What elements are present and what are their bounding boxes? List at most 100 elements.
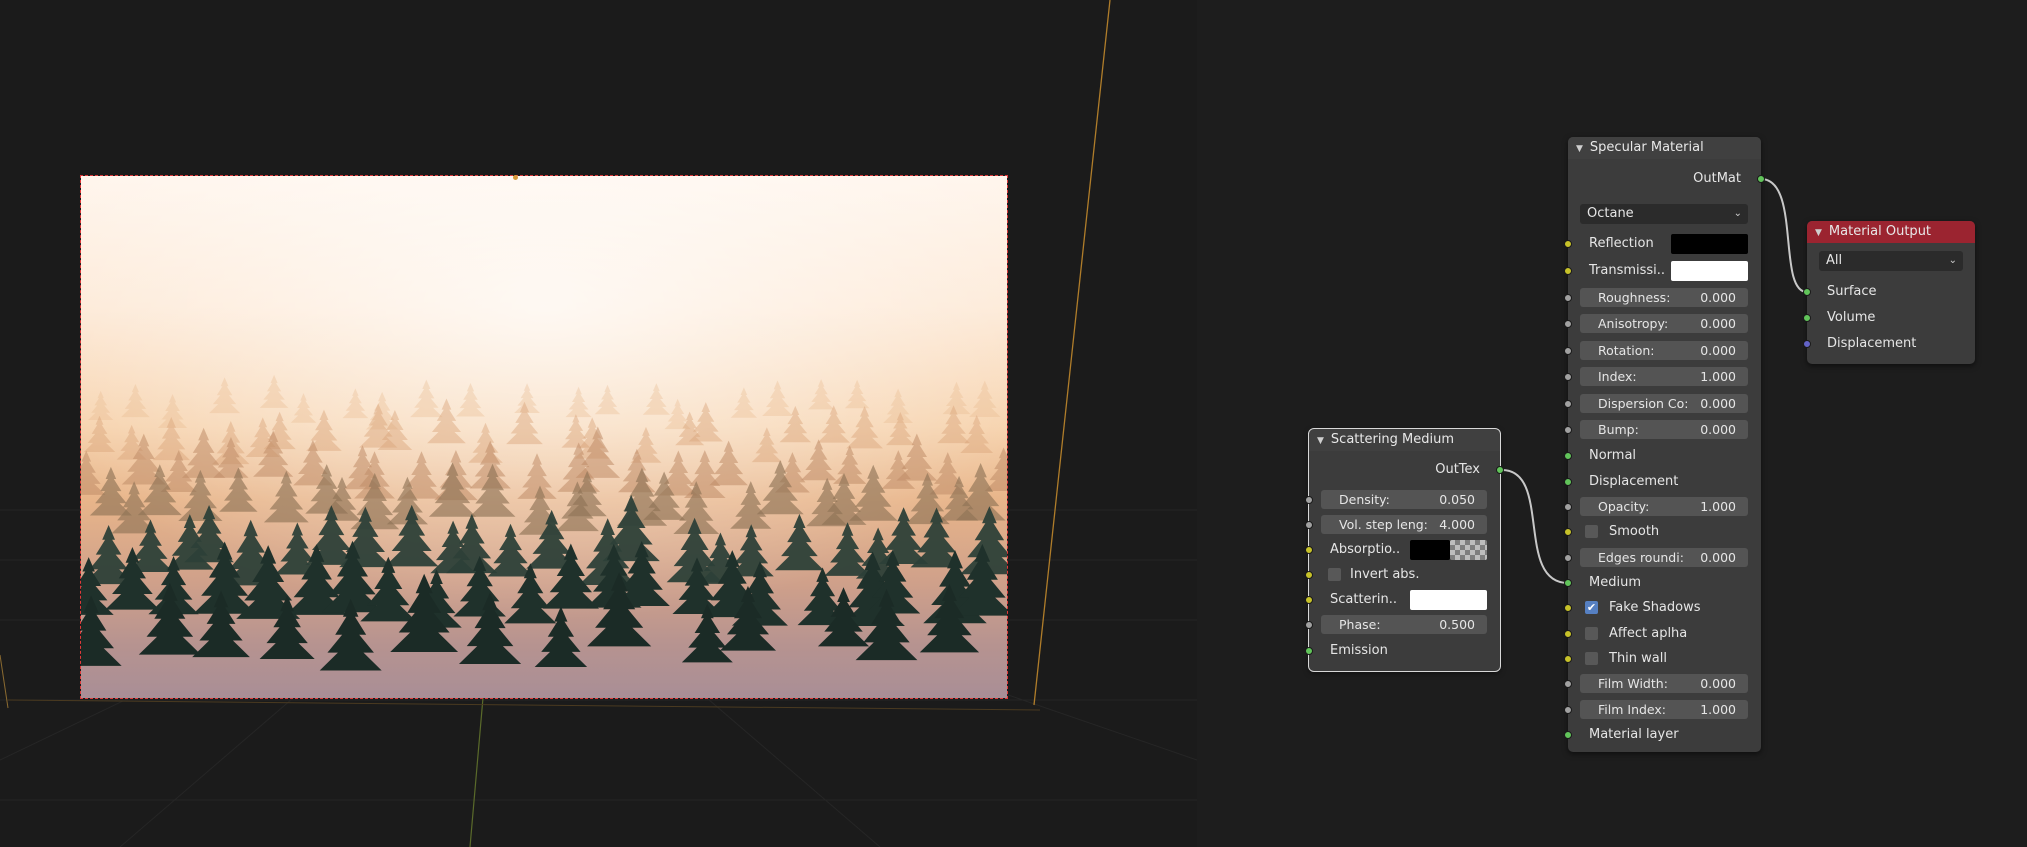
output-target-value: All <box>1826 253 1843 268</box>
displacement-socket[interactable] <box>1564 478 1572 486</box>
dispersion-row: Dispersion Co: 0.000 <box>1564 394 1761 414</box>
film-width-socket[interactable] <box>1564 680 1572 688</box>
chevron-down-icon: ⌄ <box>1948 255 1957 266</box>
fake-shadows-socket[interactable] <box>1564 604 1572 612</box>
outmat-socket[interactable] <box>1757 175 1765 183</box>
film-width-field[interactable]: Film Width: 0.000 <box>1580 674 1748 693</box>
opacity-field[interactable]: Opacity: 1.000 <box>1580 497 1748 516</box>
density-value: 0.050 <box>1439 492 1475 507</box>
medium-label: Medium <box>1589 575 1641 590</box>
dispersion-socket[interactable] <box>1564 400 1572 408</box>
surface-row: Surface <box>1803 282 1975 302</box>
specular-material-header[interactable]: ▼ Specular Material <box>1568 137 1761 159</box>
roughness-row: Roughness: 0.000 <box>1564 288 1761 308</box>
material-output-node[interactable]: ▼ Material Output All ⌄ Surface Volume Di… <box>1803 221 1975 364</box>
dispersion-field[interactable]: Dispersion Co: 0.000 <box>1580 394 1748 413</box>
edges-row: Edges roundi: 0.000 <box>1564 548 1761 568</box>
transmission-socket[interactable] <box>1564 267 1572 275</box>
fake-shadows-checkbox[interactable]: ✔ <box>1585 601 1598 614</box>
thin-wall-label: Thin wall <box>1609 651 1667 666</box>
film-index-row: Film Index: 1.000 <box>1564 700 1761 720</box>
smooth-label: Smooth <box>1609 524 1660 539</box>
affect-alpha-socket[interactable] <box>1564 630 1572 638</box>
specular-material-node[interactable]: ▼ Specular Material OutMat Octane ⌄ Refle… <box>1564 137 1765 752</box>
vol-step-label: Vol. step leng: <box>1339 517 1428 532</box>
volume-socket[interactable] <box>1803 314 1811 322</box>
invert-abs-checkbox[interactable] <box>1328 568 1341 581</box>
output-target-dropdown[interactable]: All ⌄ <box>1819 251 1963 271</box>
index-field[interactable]: Index: 1.000 <box>1580 367 1748 386</box>
index-socket[interactable] <box>1564 373 1572 381</box>
rotation-label: Rotation: <box>1598 343 1655 358</box>
collapse-triangle-icon[interactable]: ▼ <box>1317 436 1324 446</box>
collapse-triangle-icon[interactable]: ▼ <box>1576 144 1583 154</box>
scattering-medium-node[interactable]: ▼ Scattering Medium OutTex Density: 0.050… <box>1305 428 1504 672</box>
phase-socket[interactable] <box>1305 621 1313 629</box>
output-displacement-socket[interactable] <box>1803 340 1811 348</box>
rotation-socket[interactable] <box>1564 347 1572 355</box>
edges-value: 0.000 <box>1700 550 1736 565</box>
smooth-checkbox[interactable] <box>1585 525 1598 538</box>
roughness-label: Roughness: <box>1598 290 1671 305</box>
invert-abs-socket[interactable] <box>1305 571 1313 579</box>
scattering-medium-header[interactable]: ▼ Scattering Medium <box>1309 429 1500 451</box>
density-field[interactable]: Density: 0.050 <box>1321 490 1487 509</box>
shader-node-editor[interactable]: ▼ Scattering Medium OutTex Density: 0.050… <box>1197 0 2027 847</box>
anisotropy-row: Anisotropy: 0.000 <box>1564 314 1761 334</box>
bump-field[interactable]: Bump: 0.000 <box>1580 420 1748 439</box>
index-label: Index: <box>1598 369 1637 384</box>
outtex-socket[interactable] <box>1496 466 1504 474</box>
invert-abs-row: Invert abs. <box>1305 565 1500 585</box>
affect-alpha-checkbox[interactable] <box>1585 627 1598 640</box>
phase-field[interactable]: Phase: 0.500 <box>1321 615 1487 634</box>
outmat-label: OutMat <box>1693 171 1741 186</box>
material-output-header[interactable]: ▼ Material Output <box>1807 221 1975 243</box>
vol-step-field[interactable]: Vol. step leng: 4.000 <box>1321 515 1487 534</box>
edges-field[interactable]: Edges roundi: 0.000 <box>1580 548 1748 567</box>
node-title: Specular Material <box>1589 140 1704 155</box>
camera-center-dot-icon[interactable] <box>513 175 518 180</box>
rotation-field[interactable]: Rotation: 0.000 <box>1580 341 1748 360</box>
roughness-socket[interactable] <box>1564 294 1572 302</box>
collapse-triangle-icon[interactable]: ▼ <box>1815 228 1822 238</box>
roughness-field[interactable]: Roughness: 0.000 <box>1580 288 1748 307</box>
engine-dropdown[interactable]: Octane ⌄ <box>1580 204 1748 224</box>
material-layer-row: Material layer <box>1564 725 1761 745</box>
emission-socket[interactable] <box>1305 647 1313 655</box>
medium-socket[interactable] <box>1564 579 1572 587</box>
transmission-row: Transmissi.. <box>1564 261 1761 281</box>
film-index-socket[interactable] <box>1564 706 1572 714</box>
normal-socket[interactable] <box>1564 452 1572 460</box>
reflection-label: Reflection <box>1589 236 1654 251</box>
anisotropy-socket[interactable] <box>1564 320 1572 328</box>
reflection-socket[interactable] <box>1564 240 1572 248</box>
opacity-socket[interactable] <box>1564 503 1572 511</box>
thin-wall-row: Thin wall <box>1564 649 1761 669</box>
phase-value: 0.500 <box>1439 617 1475 632</box>
node-title: Material Output <box>1828 224 1932 239</box>
absorption-alpha-checker[interactable] <box>1450 540 1487 560</box>
scattering-socket[interactable] <box>1305 596 1313 604</box>
thin-wall-checkbox[interactable] <box>1585 652 1598 665</box>
normal-row: Normal <box>1564 446 1761 466</box>
transmission-color[interactable] <box>1671 261 1748 281</box>
3d-viewport[interactable] <box>0 0 1197 847</box>
thin-wall-socket[interactable] <box>1564 655 1572 663</box>
anisotropy-field[interactable]: Anisotropy: 0.000 <box>1580 314 1748 333</box>
bump-label: Bump: <box>1598 422 1639 437</box>
vol-step-socket[interactable] <box>1305 521 1313 529</box>
surface-socket[interactable] <box>1803 288 1811 296</box>
rotation-value: 0.000 <box>1700 343 1736 358</box>
smooth-socket[interactable] <box>1564 528 1572 536</box>
bump-socket[interactable] <box>1564 426 1572 434</box>
material-layer-socket[interactable] <box>1564 731 1572 739</box>
density-socket[interactable] <box>1305 496 1313 504</box>
film-index-field[interactable]: Film Index: 1.000 <box>1580 700 1748 719</box>
reflection-color[interactable] <box>1671 234 1748 254</box>
affect-alpha-row: Affect aplha <box>1564 624 1761 644</box>
edges-socket[interactable] <box>1564 554 1572 562</box>
absorption-color[interactable] <box>1410 540 1450 560</box>
density-row: Density: 0.050 <box>1305 490 1500 510</box>
scattering-color[interactable] <box>1410 590 1487 610</box>
absorption-socket[interactable] <box>1305 546 1313 554</box>
